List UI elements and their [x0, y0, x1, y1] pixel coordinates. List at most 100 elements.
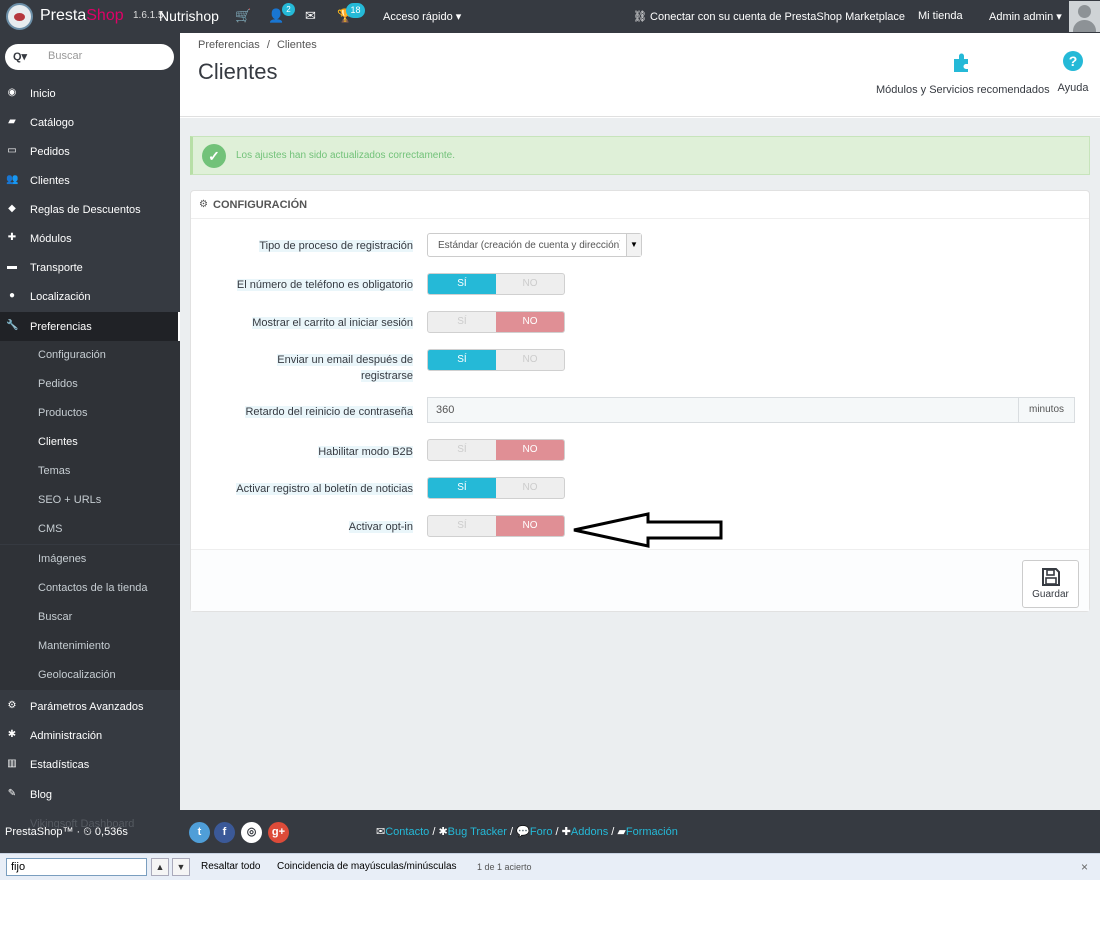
highlight-all-option[interactable]: Resaltar todo	[201, 861, 260, 872]
submenu-seo-urls[interactable]: SEO + URLs	[0, 486, 180, 515]
caret-down-icon[interactable]: ▼	[626, 234, 641, 256]
email-yes-option[interactable]: SÍ	[428, 350, 496, 370]
submenu-cms[interactable]: CMS	[0, 515, 180, 544]
phone-required-switch[interactable]: SÍ NO	[427, 273, 565, 295]
submenu-label: CMS	[38, 523, 63, 535]
bug-icon: ✱	[438, 826, 448, 838]
sidebar-item-catalogo[interactable]: ▰ Catálogo	[0, 108, 180, 137]
marketplace-connect-link[interactable]: ⛓ Conectar con su cuenta de PrestaShop M…	[633, 10, 905, 23]
close-find-bar-icon[interactable]: ×	[1081, 860, 1088, 874]
my-store-link[interactable]: Mi tienda	[918, 10, 963, 22]
submenu-temas[interactable]: Temas	[0, 457, 180, 486]
quick-access-dropdown[interactable]: Acceso rápido ▾	[383, 10, 461, 23]
search-field[interactable]: Q▾ Buscar	[5, 44, 174, 70]
sidebar-item-label: Reglas de Descuentos	[30, 204, 141, 216]
wrench-icon: 🔧	[6, 320, 19, 331]
phone-yes-option[interactable]: SÍ	[428, 274, 496, 294]
configuration-panel: ⚙ CONFIGURACIÓN Tipo de proceso de regis…	[190, 190, 1090, 612]
cart-icon[interactable]: 🛒	[235, 8, 251, 24]
sidebar-item-modulos[interactable]: ✚ Módulos	[0, 224, 180, 253]
optin-no-option[interactable]: NO	[496, 516, 564, 536]
newsletter-switch[interactable]: SÍ NO	[427, 477, 565, 499]
bar-chart-icon: ▥	[7, 758, 17, 769]
match-case-option[interactable]: Coincidencia de mayúsculas/minúsculas	[277, 861, 457, 872]
forum-link[interactable]: Foro	[530, 826, 553, 838]
contact-link[interactable]: Contacto	[385, 826, 429, 838]
newsletter-label-text: Activar registro al boletín de noticias	[236, 483, 413, 495]
sidebar-item-localizacion[interactable]: ● Localización	[0, 282, 180, 311]
password-reset-input[interactable]: 360	[427, 397, 1019, 423]
submenu-clientes[interactable]: Clientes	[0, 428, 180, 457]
github-icon[interactable]: ◎	[241, 822, 262, 843]
sidebar-item-pedidos[interactable]: ▭ Pedidos	[0, 137, 180, 166]
panel-footer: Guardar	[191, 549, 1089, 611]
breadcrumb-parent[interactable]: Preferencias	[198, 39, 260, 51]
newsletter-yes-option[interactable]: SÍ	[428, 478, 496, 498]
submenu-productos[interactable]: Productos	[0, 399, 180, 428]
shop-name-link[interactable]: Nutrishop	[159, 8, 219, 24]
find-previous-button[interactable]: ▲	[151, 858, 169, 876]
cart-yes-option[interactable]: SÍ	[428, 312, 496, 332]
submenu-configuracion[interactable]: Configuración	[0, 341, 180, 370]
admin-user-dropdown[interactable]: Admin admin ▾	[989, 10, 1062, 23]
bug-tracker-link[interactable]: Bug Tracker	[448, 826, 507, 838]
sidebar-item-parametros-avanzados[interactable]: ⚙ Parámetros Avanzados	[0, 692, 180, 721]
envelope-icon[interactable]: ✉	[305, 8, 316, 24]
send-email-switch[interactable]: SÍ NO	[427, 349, 565, 371]
browser-find-bar: fijo ▲ ▼ Resaltar todo Coincidencia de m…	[0, 853, 1100, 880]
google-plus-icon[interactable]: g+	[268, 822, 289, 843]
footer-sep: /	[432, 826, 436, 838]
b2b-mode-label-text: Habilitar modo B2B	[318, 446, 413, 458]
envelope-icon: ✉	[376, 826, 386, 838]
sidebar-item-clientes[interactable]: 👥 Clientes	[0, 166, 180, 195]
find-next-button[interactable]: ▼	[172, 858, 190, 876]
optin-switch[interactable]: SÍ NO	[427, 515, 565, 537]
newsletter-no-option[interactable]: NO	[496, 478, 564, 498]
sidebar-item-preferencias[interactable]: 🔧 Preferencias	[0, 312, 180, 341]
phone-no-option[interactable]: NO	[496, 274, 564, 294]
sidebar-item-descuentos[interactable]: ◆ Reglas de Descuentos	[0, 195, 180, 224]
footer-sep: /	[555, 826, 559, 838]
puzzle-icon: ✚	[561, 826, 571, 838]
search-icon[interactable]: Q▾	[13, 50, 27, 63]
sidebar: Q▾ Buscar ◉ Inicio ▰ Catálogo ▭ Pedidos 👥 Cl…	[0, 33, 180, 810]
find-input[interactable]: fijo	[6, 858, 147, 876]
twitter-icon[interactable]: t	[189, 822, 210, 843]
b2b-mode-switch[interactable]: SÍ NO	[427, 439, 565, 461]
recommended-modules-button[interactable]: Módulos y Servicios recomendados	[876, 51, 1050, 96]
sidebar-item-blog[interactable]: ✎ Blog	[0, 780, 180, 809]
email-no-option[interactable]: NO	[496, 350, 564, 370]
sidebar-item-estadisticas[interactable]: ▥ Estadísticas	[0, 750, 180, 779]
annotation-arrow-icon	[573, 512, 723, 548]
help-button[interactable]: ? Ayuda	[1056, 51, 1090, 94]
b2b-no-option[interactable]: NO	[496, 440, 564, 460]
registration-type-value: Estándar (creación de cuenta y dirección…	[438, 240, 620, 251]
sidebar-item-inicio[interactable]: ◉ Inicio	[0, 79, 180, 108]
submenu-buscar[interactable]: Buscar	[0, 603, 180, 632]
sidebar-item-label: Transporte	[30, 262, 83, 274]
cog-icon: ✱	[7, 729, 17, 740]
submenu-geolocalizacion[interactable]: Geolocalización	[0, 661, 180, 690]
sidebar-item-administracion[interactable]: ✱ Administración	[0, 721, 180, 750]
show-cart-switch[interactable]: SÍ NO	[427, 311, 565, 333]
submenu-mantenimiento[interactable]: Mantenimiento	[0, 632, 180, 661]
submenu-imagenes[interactable]: Imágenes	[0, 545, 180, 574]
sidebar-item-transporte[interactable]: ▬ Transporte	[0, 253, 180, 282]
prestashop-logo[interactable]	[6, 3, 33, 30]
submenu-pedidos[interactable]: Pedidos	[0, 370, 180, 399]
avatar[interactable]	[1069, 1, 1100, 32]
submenu-label: Temas	[38, 465, 71, 477]
save-button[interactable]: Guardar	[1022, 560, 1079, 608]
submenu-contactos[interactable]: Contactos de la tienda	[0, 574, 180, 603]
success-alert: ✓ Los ajustes han sido actualizados corr…	[190, 136, 1090, 175]
cart-no-option[interactable]: NO	[496, 312, 564, 332]
submenu-label: Pedidos	[38, 378, 78, 390]
newsletter-label: Activar registro al boletín de noticias	[203, 481, 413, 497]
find-match-count: 1 de 1 acierto	[477, 862, 532, 872]
facebook-icon[interactable]: f	[214, 822, 235, 843]
addons-link[interactable]: Addons	[571, 826, 608, 838]
training-link[interactable]: Formación	[626, 826, 678, 838]
registration-type-select[interactable]: Estándar (creación de cuenta y dirección…	[427, 233, 642, 257]
optin-yes-option[interactable]: SÍ	[428, 516, 496, 536]
b2b-yes-option[interactable]: SÍ	[428, 440, 496, 460]
